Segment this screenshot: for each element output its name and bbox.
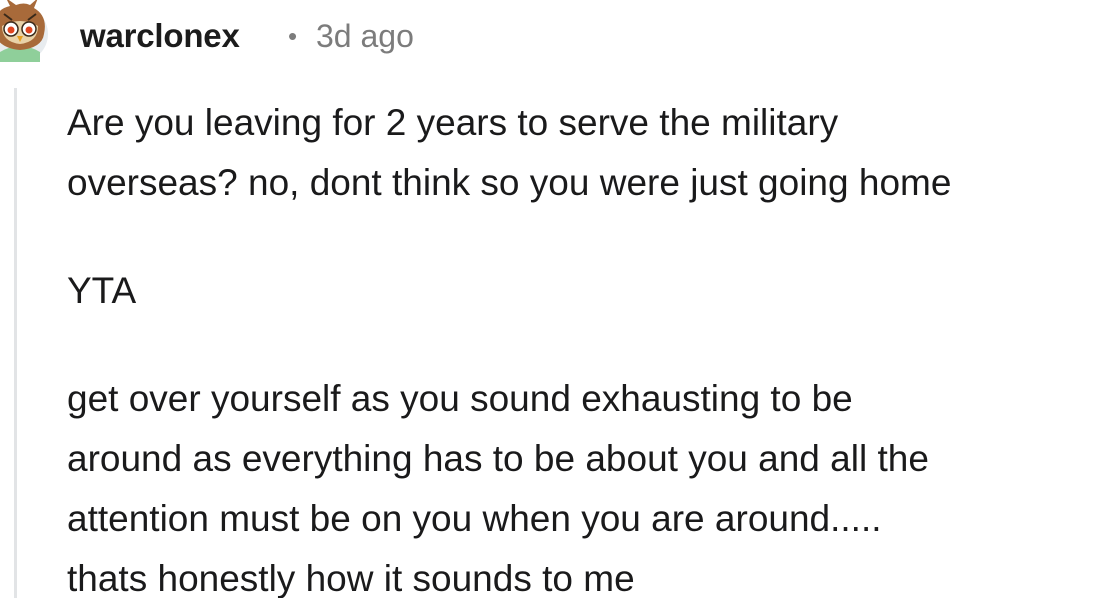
comment-line: thats honestly how it sounds to me: [67, 558, 635, 598]
comment-timestamp[interactable]: 3d ago: [316, 14, 414, 58]
comment-body: Are you leaving for 2 years to serve the…: [67, 93, 1107, 598]
comment-line: YTA: [67, 270, 137, 311]
user-avatar[interactable]: [0, 0, 52, 68]
comment-paragraph: YTA: [67, 261, 1107, 321]
comment-line: get over yourself as you sound exhaustin…: [67, 378, 853, 419]
comment-line: overseas? no, dont think so you were jus…: [67, 162, 952, 203]
thread-line[interactable]: [14, 88, 17, 598]
comment-line: around as everything has to be about you…: [67, 438, 929, 479]
comment-line: attention must be on you when you are ar…: [67, 498, 882, 539]
meta-separator: •: [288, 21, 298, 51]
comment-author[interactable]: warclonex: [80, 14, 240, 58]
comment-line: Are you leaving for 2 years to serve the…: [67, 102, 839, 143]
comment-paragraph: get over yourself as you sound exhaustin…: [67, 369, 1107, 598]
comment-paragraph: Are you leaving for 2 years to serve the…: [67, 93, 1107, 213]
